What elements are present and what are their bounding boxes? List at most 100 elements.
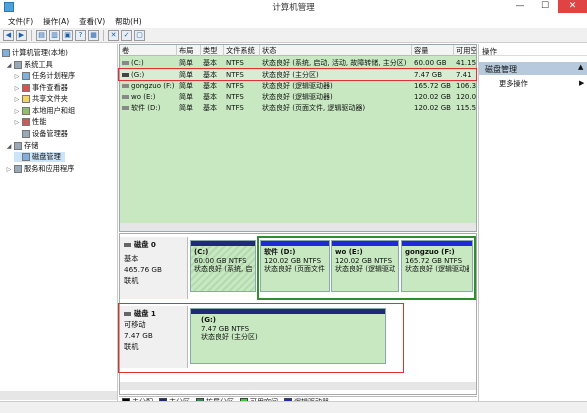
minimize-button[interactable]: — <box>508 0 532 13</box>
volume-layout: 简单 <box>179 59 193 67</box>
expand-icon[interactable]: ▷ <box>6 166 12 173</box>
tree-item-label: 任务计划程序 <box>32 71 76 80</box>
tree-item-device-manager[interactable]: 设备管理器 <box>14 129 68 139</box>
properties-icon[interactable]: ▣ <box>62 29 73 41</box>
volume-name: 软件 (D:) <box>120 103 177 114</box>
tree-item-performance[interactable]: ▷ 性能 <box>14 117 46 127</box>
volume-capacity: 60.00 GB <box>414 59 447 67</box>
volume-filesystem: NTFS <box>226 59 244 67</box>
volume-capacity: 120.02 GB <box>414 93 451 101</box>
tree-item-label: 性能 <box>32 117 47 126</box>
volume-status: 状态良好 (页面文件, 逻辑驱动器) <box>262 104 366 112</box>
volume-status: 状态良好 (逻辑驱动器) <box>262 93 333 101</box>
expand-icon[interactable]: ◢ <box>6 62 12 69</box>
table-row[interactable]: gongzuo (F:) 简单 基本 NTFS 状态良好 (逻辑驱动器) 165… <box>120 81 476 92</box>
tree-item-computer-management[interactable]: 计算机管理(本地) <box>2 48 68 58</box>
volume-list-scrollbar[interactable] <box>120 223 476 231</box>
actions-section-disk-management[interactable]: 磁盘管理 <box>479 62 587 75</box>
column-header-layout[interactable]: 布局 <box>177 45 201 56</box>
volume-type: 基本 <box>203 59 217 67</box>
drive-icon <box>122 106 129 110</box>
tree-item-label: 磁盘管理 <box>32 152 61 161</box>
submenu-arrow-icon[interactable]: ▶ <box>579 79 584 87</box>
column-header-volume[interactable]: 卷 <box>120 45 177 56</box>
up-folder-icon[interactable]: ▤ <box>36 29 47 41</box>
disk-panel-scrollbar[interactable] <box>120 382 476 390</box>
partition-c[interactable]: (C:) 60.00 GB NTFS 状态良好 (系统, 启动 <box>190 240 256 292</box>
volume-free: 41.15 <box>456 59 476 67</box>
disk-1-highlight <box>118 303 404 373</box>
volume-free: 115.5 <box>456 104 476 112</box>
expand-icon[interactable]: ▷ <box>14 73 20 80</box>
device-icon <box>22 130 30 138</box>
menu-view[interactable]: 查看(V) <box>74 16 110 27</box>
table-row[interactable]: 软件 (D:) 简单 基本 NTFS 状态良好 (页面文件, 逻辑驱动器) 12… <box>120 103 476 114</box>
tree-item-disk-management[interactable]: 磁盘管理 <box>14 152 65 162</box>
volume-label: wo (E:) <box>131 93 156 101</box>
title-bar: 计算机管理 — ☐ ✕ <box>0 0 587 14</box>
volume-label: (C:) <box>131 59 144 67</box>
table-row[interactable]: (C:) 简单 基本 NTFS 状态良好 (系统, 启动, 活动, 故障转储, … <box>120 58 476 69</box>
menu-action[interactable]: 操作(A) <box>38 16 74 27</box>
menu-file[interactable]: 文件(F) <box>3 16 38 27</box>
forward-icon[interactable]: ▶ <box>16 29 27 41</box>
column-header-capacity[interactable]: 容量 <box>412 45 454 56</box>
toolbar-separator <box>31 29 32 41</box>
table-row[interactable]: wo (E:) 简单 基本 NTFS 状态良好 (逻辑驱动器) 120.02 G… <box>120 92 476 103</box>
column-header-filesystem[interactable]: 文件系统 <box>224 45 260 56</box>
tree-toggle-icon[interactable]: ▥ <box>49 29 60 41</box>
tree-item-label: 设备管理器 <box>32 129 68 138</box>
tree-item-label: 事件查看器 <box>32 83 68 92</box>
tree-scrollbar[interactable] <box>0 391 117 400</box>
expand-icon[interactable]: ▷ <box>14 96 20 103</box>
column-header-type[interactable]: 类型 <box>201 45 224 56</box>
export-icon[interactable]: ✕ <box>108 29 119 41</box>
menu-help[interactable]: 帮助(H) <box>110 16 147 27</box>
back-icon[interactable]: ◀ <box>3 29 14 41</box>
column-header-status[interactable]: 状态 <box>260 45 412 56</box>
volume-status: 状态良好 (系统, 启动, 活动, 故障转储, 主分区) <box>262 59 407 67</box>
settings-icon[interactable]: ✓ <box>121 29 132 41</box>
expand-icon[interactable]: ▷ <box>14 85 20 92</box>
tree-item-event-viewer[interactable]: ▷ 事件查看器 <box>14 83 68 93</box>
collapse-icon[interactable]: ▲ <box>578 63 583 71</box>
volume-layout: 简单 <box>179 93 193 101</box>
column-header-free[interactable]: 可用空 <box>454 45 476 56</box>
refresh-icon[interactable]: ▦ <box>88 29 99 41</box>
computer-icon <box>2 49 10 57</box>
volume-capacity: 165.72 GB <box>414 82 451 90</box>
more-actions-link[interactable]: 更多操作 <box>499 79 528 89</box>
expand-icon[interactable]: ◢ <box>6 143 12 150</box>
volume-type: 基本 <box>203 82 217 90</box>
volume-name: gongzuo (F:) <box>120 81 177 92</box>
volume-layout: 简单 <box>179 104 193 112</box>
tree-item-local-users[interactable]: ▷ 本地用户和组 <box>14 106 75 116</box>
clock-icon <box>22 72 30 80</box>
tree-item-storage[interactable]: ◢ 存储 <box>6 141 38 151</box>
actions-pane: 操作 磁盘管理 ▲ 更多操作 ▶ <box>478 44 587 401</box>
view-icon[interactable]: ▢ <box>134 29 145 41</box>
storage-icon <box>14 142 22 150</box>
volume-status: 状态良好 (逻辑驱动器) <box>262 82 333 90</box>
services-icon <box>14 165 22 173</box>
disk-type: 基本 <box>124 254 139 263</box>
volume-name: wo (E:) <box>120 92 177 103</box>
tree-item-services-apps[interactable]: ▷ 服务和应用程序 <box>6 164 74 174</box>
expand-icon[interactable]: ▷ <box>14 119 20 126</box>
tree-item-task-scheduler[interactable]: ▷ 任务计划程序 <box>14 71 75 81</box>
menu-bar: 文件(F) 操作(A) 查看(V) 帮助(H) <box>0 14 587 28</box>
disk-size: 465.76 GB <box>124 265 162 274</box>
tree-item-system-tools[interactable]: ◢ 系统工具 <box>6 60 53 70</box>
help-icon[interactable]: ? <box>75 29 86 41</box>
volume-label: 软件 (D:) <box>131 104 161 112</box>
disk-name-text: 磁盘 0 <box>134 240 156 249</box>
toolbar-separator <box>103 29 104 41</box>
tree-item-shared-folders[interactable]: ▷ 共享文件夹 <box>14 94 68 104</box>
tree-item-label: 共享文件夹 <box>32 94 68 103</box>
volume-free: 120.0 <box>456 93 476 101</box>
expand-icon[interactable]: ▷ <box>14 108 20 115</box>
close-button[interactable]: ✕ <box>558 0 587 13</box>
tree-item-label: 存储 <box>24 141 39 150</box>
disk-0-label[interactable]: 磁盘 0 基本 465.76 GB 联机 <box>120 237 188 299</box>
maximize-button[interactable]: ☐ <box>533 0 557 13</box>
